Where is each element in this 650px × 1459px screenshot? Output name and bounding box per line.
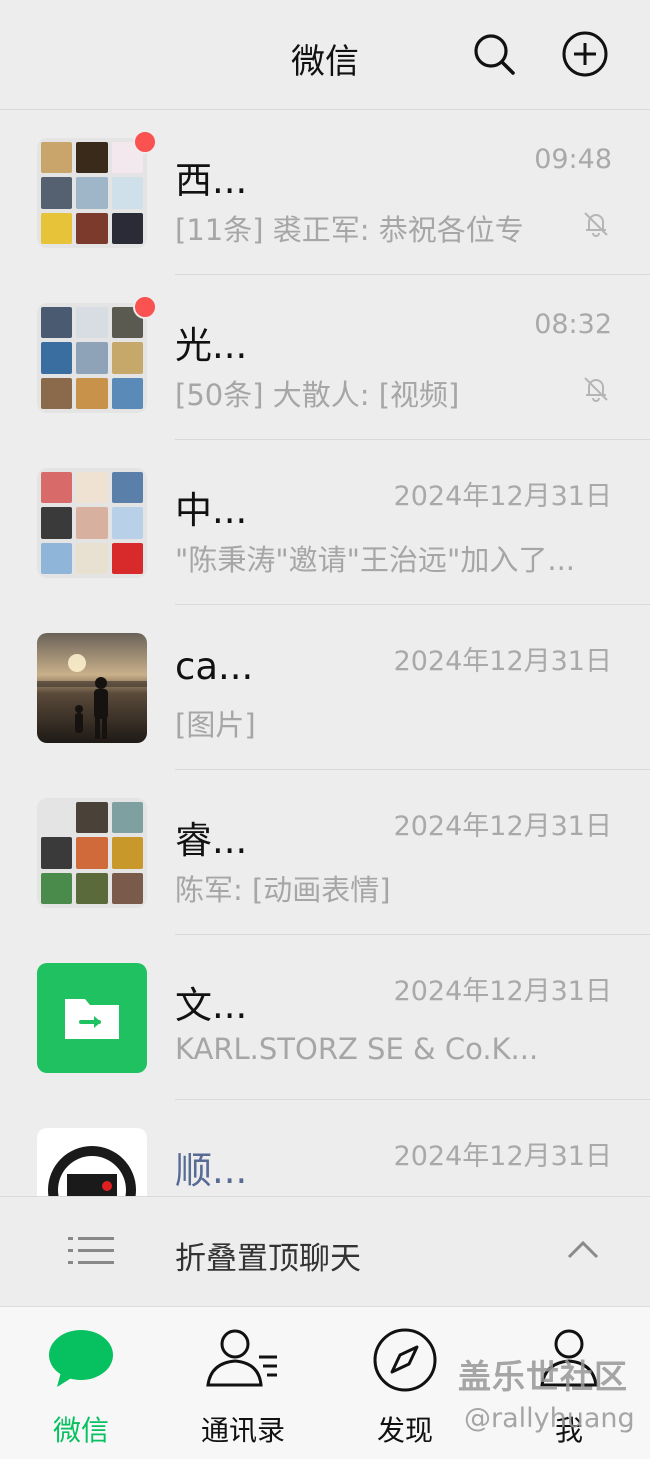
chat-time: 09:48 <box>534 144 612 175</box>
group-avatar <box>37 468 147 578</box>
group-avatar <box>37 138 147 248</box>
plus-circle-icon <box>562 31 608 77</box>
top-bar: 微信 <box>0 0 650 110</box>
chat-name: 西... <box>175 159 248 202</box>
chat-row[interactable]: ca... 2024年12月31日 [图片] <box>0 605 650 770</box>
chat-time: 2024年12月31日 <box>393 481 612 512</box>
unread-dot <box>133 130 157 154</box>
chat-time: 2024年12月31日 <box>393 976 612 1007</box>
file-transfer-avatar <box>37 963 147 1073</box>
chat-time: 2024年12月31日 <box>393 646 612 677</box>
search-button[interactable] <box>470 30 518 78</box>
chat-name: 光... <box>175 324 248 367</box>
chevron-up-icon <box>567 1240 599 1259</box>
chat-name: 睿... <box>175 819 248 862</box>
chat-row[interactable]: 光... 08:32 [50条] 大散人: [视频] <box>0 275 650 440</box>
watermark-handle: @rallyhuang <box>464 1403 635 1434</box>
chat-row[interactable]: 中... 2024年12月31日 "陈秉涛"邀请"王治远"加入了... <box>0 440 650 605</box>
search-icon <box>474 34 515 75</box>
tab-label: 通讯录 <box>200 1414 285 1447</box>
tab-chats[interactable]: 微信 <box>0 1307 162 1459</box>
chat-name: 顺... <box>175 1149 248 1192</box>
chat-name: 文... <box>175 984 248 1027</box>
chat-preview: KARL.STORZ SE & Co.K... <box>175 1032 539 1066</box>
chat-name: ca... <box>175 645 254 688</box>
chat-preview: 陈军: [动画表情] <box>175 873 391 907</box>
tab-label: 发现 <box>376 1414 433 1447</box>
chat-bubble-icon <box>49 1330 113 1387</box>
watermark-title: 盖乐世社区 <box>458 1357 628 1396</box>
group-avatar <box>37 303 147 413</box>
mute-bell-icon <box>584 377 608 402</box>
chat-preview: [50条] 大散人: [视频] <box>175 378 460 412</box>
chat-time: 2024年12月31日 <box>393 811 612 842</box>
chat-row[interactable]: 西... 09:48 [11条] 裘正军: 恭祝各位专 <box>0 110 650 275</box>
unread-dot <box>133 295 157 319</box>
chat-row[interactable]: 文... 2024年12月31日 KARL.STORZ SE & Co.K... <box>0 935 650 1100</box>
sf-logo-icon <box>48 1146 136 1196</box>
chat-time: 2024年12月31日 <box>393 1141 612 1172</box>
photo-avatar <box>37 633 147 743</box>
chat-name: 中... <box>175 489 248 532</box>
group-avatar <box>37 798 147 908</box>
chat-list: 西... 09:48 [11条] 裘正军: 恭祝各位专 光... 08:32 [… <box>0 110 650 1196</box>
add-button[interactable] <box>561 30 609 78</box>
contacts-icon <box>206 1329 277 1387</box>
list-icon <box>68 1237 114 1264</box>
chat-row[interactable]: 顺... 2024年12月31日 <box>0 1100 650 1196</box>
chat-preview: "陈秉涛"邀请"王治远"加入了... <box>175 543 576 577</box>
chat-row[interactable]: 睿... 2024年12月31日 陈军: [动画表情] <box>0 770 650 935</box>
fold-label: 折叠置顶聊天 <box>175 1241 361 1277</box>
sf-logo-avatar <box>37 1128 147 1196</box>
tab-contacts[interactable]: 通讯录 <box>162 1307 324 1459</box>
mute-bell-icon <box>584 212 608 237</box>
tab-label: 微信 <box>52 1414 109 1447</box>
page-title: 微信 <box>291 42 359 82</box>
fold-pinned-chats[interactable]: 折叠置顶聊天 <box>0 1196 650 1306</box>
chat-preview: [11条] 裘正军: 恭祝各位专 <box>175 213 524 247</box>
folder-arrow-icon <box>65 999 119 1039</box>
compass-icon <box>373 1328 437 1392</box>
chat-preview: [图片] <box>175 708 256 742</box>
chat-time: 08:32 <box>534 309 612 340</box>
